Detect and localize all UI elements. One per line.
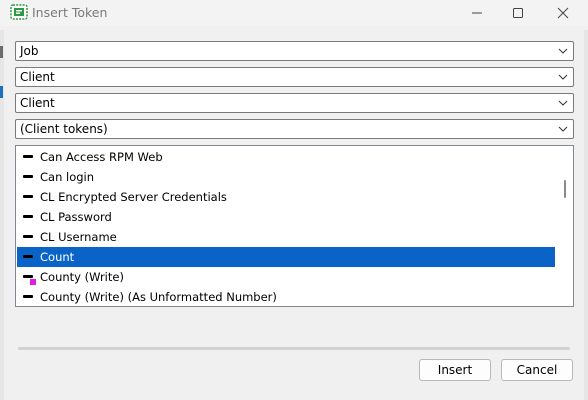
token-icon	[23, 295, 33, 298]
token-label: Count	[40, 250, 75, 264]
minimize-icon	[472, 12, 482, 14]
entity-dropdown[interactable]: Client	[15, 67, 574, 87]
category-dropdown-value: Job	[20, 44, 39, 58]
token-icon	[23, 175, 33, 178]
source-dropdown[interactable]: Client	[15, 93, 574, 113]
title-bar: Insert Token	[0, 0, 588, 26]
token-list-scrollbar[interactable]	[557, 146, 573, 306]
token-list-item[interactable]: County (Write)	[17, 267, 555, 287]
token-list-item[interactable]: CL Password	[17, 207, 555, 227]
entity-dropdown-value: Client	[20, 70, 55, 84]
chevron-down-icon	[558, 74, 568, 80]
edge-mark	[0, 86, 3, 98]
token-icon	[23, 195, 33, 198]
divider	[18, 347, 570, 350]
cancel-button[interactable]: Cancel	[501, 359, 573, 381]
edge-mark	[0, 46, 3, 58]
background-window-edge	[0, 30, 4, 400]
write-marker-icon	[30, 279, 36, 285]
scrollbar-thumb[interactable]	[564, 180, 566, 198]
token-icon	[23, 215, 33, 218]
token-list[interactable]: Can Access RPM Web Can login CL Encrypte…	[15, 145, 574, 307]
close-button[interactable]	[548, 0, 578, 26]
token-label: Can Access RPM Web	[40, 150, 163, 164]
token-list-item[interactable]: CL Username	[17, 227, 555, 247]
app-icon	[10, 4, 28, 20]
token-list-item[interactable]: County (Write) (As Unformatted Number)	[17, 287, 555, 306]
chevron-down-icon	[558, 126, 568, 132]
window-title: Insert Token	[32, 5, 108, 20]
token-label: Can login	[40, 170, 95, 184]
token-icon	[23, 155, 33, 158]
token-list-item[interactable]: Can Access RPM Web	[17, 147, 555, 167]
insert-button[interactable]: Insert	[419, 359, 491, 381]
token-label: CL Username	[40, 230, 117, 244]
category-dropdown[interactable]: Job	[15, 41, 574, 61]
token-icon	[23, 275, 33, 278]
minimize-button[interactable]	[462, 0, 492, 26]
token-label: CL Encrypted Server Credentials	[40, 190, 227, 204]
token-list-item-selected[interactable]: Count	[17, 247, 555, 267]
token-icon	[23, 255, 33, 258]
chevron-down-icon	[558, 100, 568, 106]
token-label: CL Password	[40, 210, 112, 224]
token-icon	[23, 235, 33, 238]
token-label: County (Write) (As Unformatted Number)	[40, 290, 277, 304]
token-list-item[interactable]: Can login	[17, 167, 555, 187]
token-list-item[interactable]: CL Encrypted Server Credentials	[17, 187, 555, 207]
maximize-button[interactable]	[503, 0, 533, 26]
chevron-down-icon	[558, 48, 568, 54]
insert-token-dialog: Insert Token Job Client Client (Client t…	[0, 0, 588, 400]
token-label: County (Write)	[40, 270, 124, 284]
close-icon	[557, 7, 569, 19]
token-group-dropdown[interactable]: (Client tokens)	[15, 119, 574, 139]
source-dropdown-value: Client	[20, 96, 55, 110]
maximize-icon	[513, 8, 523, 18]
token-group-dropdown-value: (Client tokens)	[20, 122, 108, 136]
background-window-edge	[584, 30, 588, 400]
